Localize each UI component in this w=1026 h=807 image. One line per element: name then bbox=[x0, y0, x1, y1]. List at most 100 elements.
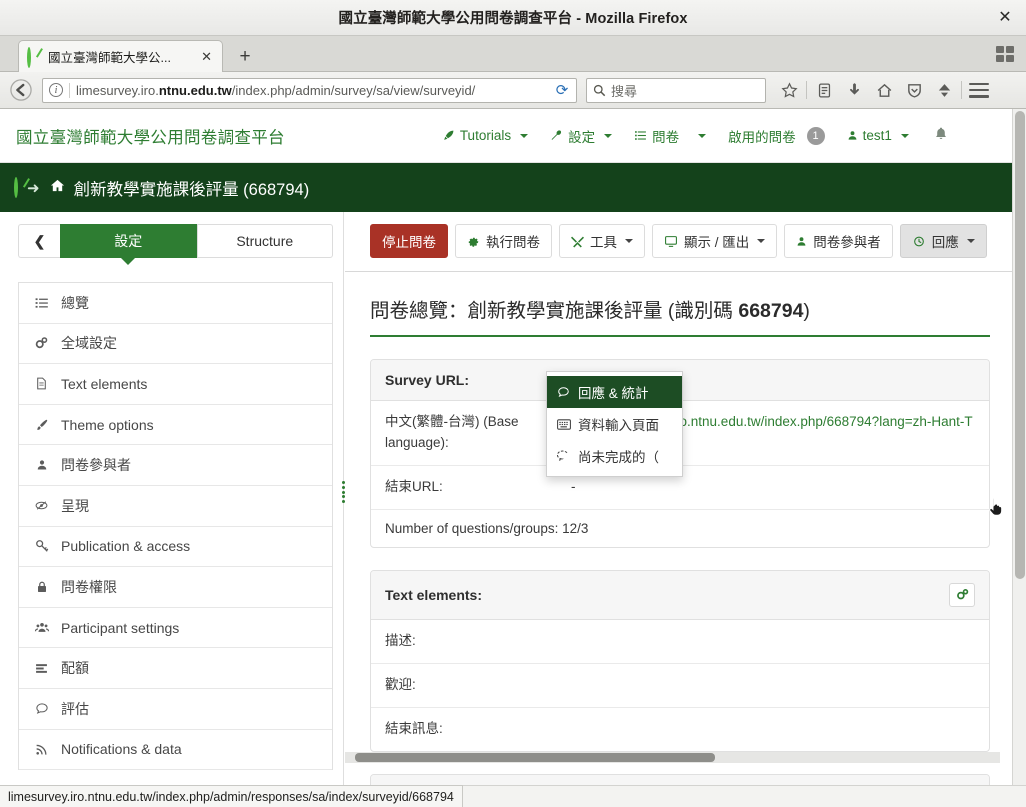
table-row: 描述: bbox=[371, 620, 989, 664]
button-label: 問卷參與者 bbox=[813, 235, 881, 250]
gear-icon bbox=[467, 235, 480, 248]
star-icon[interactable] bbox=[774, 75, 804, 105]
sidebar: ❮ 設定 Structure 總覽 全域設定 Text elements The… bbox=[0, 212, 345, 785]
gears-icon bbox=[33, 336, 50, 350]
nav-item-label: 問卷 bbox=[652, 129, 680, 145]
button-label: 執行問卷 bbox=[486, 235, 540, 250]
sidebar-item-global-settings[interactable]: 全域設定 bbox=[19, 324, 332, 365]
sidebar-item-label: 問卷權限 bbox=[61, 578, 117, 595]
sidebar-item-notifications-data[interactable]: Notifications & data bbox=[19, 730, 332, 771]
sidebar-item-publication-access[interactable]: Publication & access bbox=[19, 527, 332, 568]
download-icon[interactable] bbox=[839, 75, 869, 105]
stop-survey-button[interactable]: 停止問卷 bbox=[370, 224, 448, 258]
panel-title: Text elements: bbox=[385, 586, 482, 603]
responses-dropdown-menu: 回應 & 統計 資料輸入頁面 尚未完成的（ bbox=[546, 371, 683, 477]
nav-item-tutorials[interactable]: Tutorials bbox=[431, 122, 539, 149]
home-icon[interactable] bbox=[49, 178, 66, 197]
toolbar-divider bbox=[345, 271, 1012, 272]
responses-button[interactable]: 回應 bbox=[899, 224, 987, 258]
site-info-icon[interactable]: i bbox=[49, 83, 63, 97]
mouse-cursor bbox=[989, 497, 1003, 516]
table-row: 歡迎: bbox=[371, 664, 989, 708]
page-viewport: 國立臺灣師範大學公用問卷調查平台 Tutorials 設定 問卷 啟用的問卷 1… bbox=[0, 109, 1012, 785]
tools-button[interactable]: 工具 bbox=[559, 224, 645, 258]
tab-settings[interactable]: 設定 bbox=[60, 224, 197, 258]
menu-item-label: 資料輸入頁面 bbox=[578, 418, 659, 433]
sidebar-item-presentation[interactable]: 呈現 bbox=[19, 486, 332, 527]
sidebar-item-theme-options[interactable]: Theme options bbox=[19, 405, 332, 446]
menu-item-incomplete-responses[interactable]: 尚未完成的（ bbox=[547, 440, 682, 472]
display-export-button[interactable]: 顯示 / 匯出 bbox=[652, 224, 778, 258]
row-label: 中文(繁體-台灣) (Base language): bbox=[385, 414, 519, 450]
survey-toolbar: 停止問卷 執行問卷 工具 顯示 / 匯出 問卷參與者 回應 bbox=[345, 212, 1012, 258]
comment-icon bbox=[33, 702, 50, 715]
row-value: - bbox=[571, 478, 576, 494]
close-icon[interactable]: ✕ bbox=[197, 49, 216, 65]
nav-item-label: test1 bbox=[862, 128, 892, 143]
sidebar-item-survey-permissions[interactable]: 問卷權限 bbox=[19, 567, 332, 608]
vertical-scrollbar[interactable] bbox=[1012, 109, 1026, 785]
back-button[interactable] bbox=[4, 73, 38, 107]
sidebar-item-label: Participant settings bbox=[61, 619, 180, 636]
grid-icon[interactable] bbox=[996, 46, 1014, 62]
execute-survey-button[interactable]: 執行問卷 bbox=[455, 224, 552, 258]
library-icon[interactable] bbox=[809, 75, 839, 105]
menu-item-responses-statistics[interactable]: 回應 & 統計 bbox=[547, 376, 682, 408]
limesurvey-logo-icon[interactable] bbox=[14, 176, 18, 198]
app-brand[interactable]: 國立臺灣師範大學公用問卷調查平台 bbox=[16, 124, 285, 148]
display-icon bbox=[664, 235, 678, 248]
address-bar[interactable]: i limesurvey.iro.ntnu.edu.tw/index.php/a… bbox=[42, 77, 577, 103]
window-close-button[interactable]: ✕ bbox=[994, 8, 1016, 28]
sidebar-item-participant-settings[interactable]: Participant settings bbox=[19, 608, 332, 649]
button-label: 工具 bbox=[590, 235, 617, 250]
browser-navbar: i limesurvey.iro.ntnu.edu.tw/index.php/a… bbox=[0, 72, 1026, 109]
wrench-icon bbox=[551, 130, 562, 140]
sidebar-item-label: 呈現 bbox=[61, 497, 89, 514]
responses-icon bbox=[912, 235, 926, 248]
reload-icon[interactable]: ⟳ bbox=[550, 79, 574, 102]
file-text-icon bbox=[33, 376, 50, 391]
button-label: 停止問卷 bbox=[382, 235, 436, 250]
nav-item-surveys[interactable]: 問卷 bbox=[623, 120, 717, 152]
row-value bbox=[571, 631, 975, 652]
browser-window: 國立臺灣師範大學公用問卷調查平台 - Mozilla Firefox ✕ 國立臺… bbox=[0, 0, 1026, 807]
horizontal-scrollbar[interactable] bbox=[345, 752, 1000, 763]
sidebar-item-label: 評估 bbox=[61, 700, 89, 717]
browser-tab[interactable]: 國立臺灣師範大學公... ✕ bbox=[18, 40, 223, 72]
sidebar-item-overview[interactable]: 總覽 bbox=[19, 283, 332, 324]
scrollbar-thumb[interactable] bbox=[355, 753, 715, 762]
shield-icon[interactable] bbox=[899, 75, 929, 105]
nav-item-settings[interactable]: 設定 bbox=[539, 120, 623, 152]
user-icon bbox=[848, 131, 856, 140]
scrollbar-thumb[interactable] bbox=[1015, 111, 1025, 579]
pocket-icon[interactable] bbox=[929, 75, 959, 105]
browser-search-box[interactable]: 搜尋 bbox=[586, 77, 766, 103]
user-icon bbox=[796, 235, 807, 248]
sidebar-item-text-elements[interactable]: Text elements bbox=[19, 364, 332, 405]
chevron-down-icon bbox=[604, 133, 613, 138]
page-title: 問卷總覽：創新教學實施課後評量 (識別碼 668794) bbox=[370, 300, 810, 322]
user-icon bbox=[33, 458, 50, 472]
sidebar-item-assessments[interactable]: 評估 bbox=[19, 689, 332, 730]
new-tab-button[interactable]: + bbox=[233, 45, 257, 69]
sidebar-item-survey-participants[interactable]: 問卷參與者 bbox=[19, 445, 332, 486]
list-icon bbox=[635, 131, 646, 140]
menu-item-label: 尚未完成的（ bbox=[578, 450, 659, 465]
chevron-down-icon bbox=[625, 239, 633, 243]
sidebar-item-quotas[interactable]: 配額 bbox=[19, 648, 332, 689]
nav-item-label: 設定 bbox=[568, 129, 596, 145]
nav-item-active-surveys[interactable]: 啟用的問卷 1 bbox=[717, 120, 836, 152]
survey-participants-button[interactable]: 問卷參與者 bbox=[784, 224, 893, 258]
sidebar-item-label: Text elements bbox=[61, 375, 148, 392]
menu-icon[interactable] bbox=[964, 75, 994, 105]
home-icon[interactable] bbox=[869, 75, 899, 105]
bell-icon[interactable] bbox=[934, 126, 948, 145]
nav-item-user[interactable]: test1 bbox=[836, 122, 920, 149]
sidebar-collapse-button[interactable]: ❮ bbox=[18, 224, 60, 258]
tab-structure[interactable]: Structure bbox=[196, 224, 333, 258]
menu-item-data-entry[interactable]: 資料輸入頁面 bbox=[547, 408, 682, 440]
sidebar-item-label: Theme options bbox=[61, 416, 154, 433]
search-icon bbox=[593, 84, 606, 96]
gears-icon[interactable] bbox=[949, 582, 975, 607]
row-value bbox=[571, 719, 975, 740]
